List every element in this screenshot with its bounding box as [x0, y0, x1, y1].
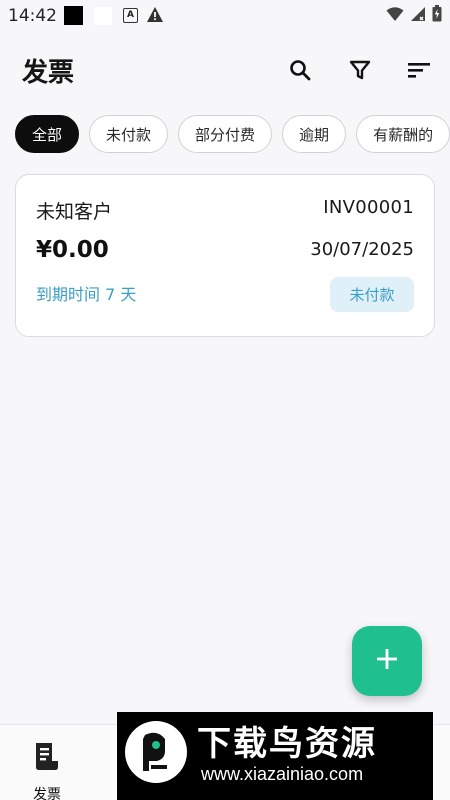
- search-button[interactable]: [282, 54, 318, 90]
- bird-logo-icon: [125, 721, 187, 783]
- status-badge: 未付款: [330, 277, 414, 312]
- battery-icon: [432, 5, 442, 27]
- invoice-card[interactable]: 未知客户 INV00001 ¥0.00 30/07/2025 到期时间 7 天 …: [15, 174, 435, 337]
- search-icon: [288, 58, 312, 86]
- warning-icon: [146, 6, 164, 28]
- plus-icon: [376, 648, 398, 674]
- notification-black-square-icon: [64, 6, 83, 25]
- filter-button[interactable]: [342, 54, 378, 90]
- chip-paid[interactable]: 有薪酬的: [356, 115, 450, 153]
- status-right: [386, 5, 442, 27]
- chip-overdue[interactable]: 逾期: [282, 115, 347, 153]
- app-header: 发票: [0, 44, 450, 100]
- filter-chip-row: 全部 未付款 部分付费 逾期 有薪酬的: [15, 115, 450, 157]
- page-title: 发票: [22, 58, 75, 88]
- watermark-url: www.xiazainiao.com: [201, 764, 364, 784]
- notification-white-square-icon: [94, 7, 112, 25]
- invoice-due-text: 到期时间 7 天: [36, 285, 137, 304]
- nav-label-invoices: 发票: [33, 787, 61, 800]
- invoice-customer: 未知客户: [36, 201, 113, 223]
- invoice-number: INV00001: [323, 197, 414, 218]
- invoice-date: 30/07/2025: [310, 239, 414, 260]
- invoice-icon: [34, 741, 60, 775]
- status-time: 14:42: [8, 6, 57, 26]
- sort-button[interactable]: [401, 54, 437, 90]
- wifi-icon: [386, 6, 404, 27]
- watermark-title: 下载鸟资源: [197, 724, 377, 764]
- app-screen: 14:42 A 发票 全部 未付款 部分付费 逾期 有薪酬的 未知客户 INV0…: [0, 0, 450, 800]
- nav-item-invoices[interactable]: 发票: [14, 737, 80, 800]
- invoice-amount: ¥0.00: [36, 237, 109, 263]
- add-invoice-button[interactable]: [352, 626, 422, 696]
- chip-unpaid[interactable]: 未付款: [89, 115, 169, 153]
- status-bar: 14:42 A: [0, 0, 450, 32]
- filter-icon: [349, 59, 371, 85]
- watermark: 下载鸟资源 www.xiazainiao.com: [117, 712, 433, 800]
- a-badge-icon: A: [123, 8, 138, 23]
- chip-all[interactable]: 全部: [15, 115, 80, 153]
- signal-icon: [410, 6, 426, 27]
- chip-partially-paid[interactable]: 部分付费: [178, 115, 273, 153]
- sort-icon: [407, 61, 431, 83]
